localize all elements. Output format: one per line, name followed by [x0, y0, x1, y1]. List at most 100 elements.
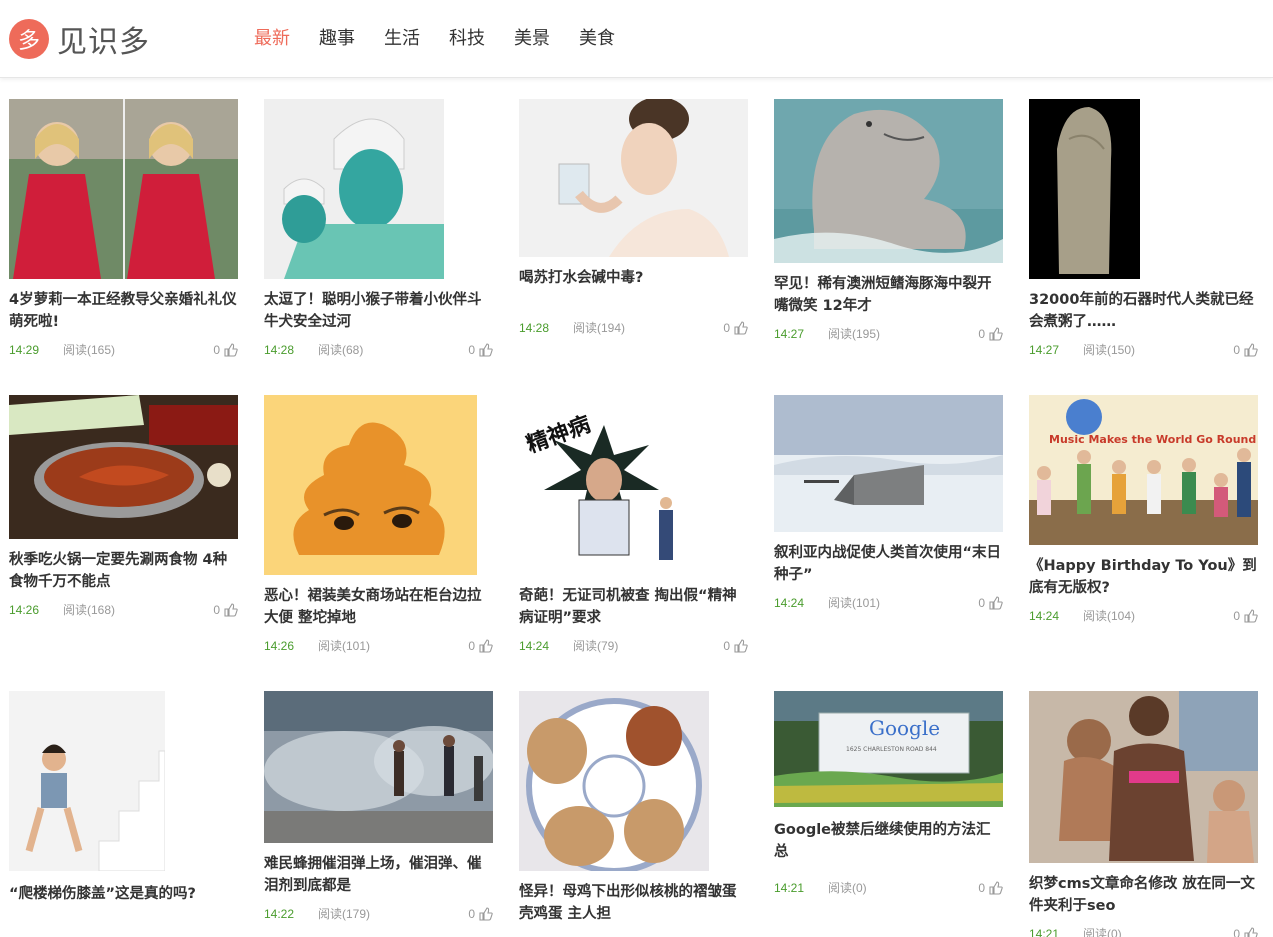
thumbs-up-icon [1244, 927, 1258, 937]
article-title[interactable]: 4岁萝莉一本正经教导父亲婚礼礼仪 萌死啦! [9, 289, 238, 333]
article-thumbnail[interactable]: 精神病 [519, 395, 748, 575]
article-time: 14:24 [1029, 609, 1060, 623]
article-read-count: 阅读(101) [318, 639, 371, 653]
like-button[interactable]: 0 [1233, 607, 1258, 625]
article-thumbnail[interactable] [774, 99, 1003, 263]
article-card: Music Makes the World Go Round 《Happy Bi… [1029, 395, 1258, 625]
thumbs-up-icon [734, 639, 748, 653]
google-address-text: 1625 CHARLESTON ROAD 844 [846, 746, 937, 753]
article-title[interactable]: 太逗了！聪明小猴子带着小伙伴斗牛犬安全过河 [264, 289, 493, 333]
like-button[interactable]: 0 [978, 879, 1003, 897]
article-meta: 14:24 阅读(79) 0 [519, 637, 748, 655]
like-button[interactable]: 0 [723, 319, 748, 337]
nav-tab-fun[interactable]: 趣事 [319, 28, 355, 50]
article-read-count: 阅读(68) [318, 343, 364, 357]
like-button[interactable]: 0 [468, 905, 493, 923]
nav-tab-life[interactable]: 生活 [384, 28, 420, 50]
like-button[interactable]: 0 [213, 601, 238, 619]
article-card: 4岁萝莉一本正经教导父亲婚礼礼仪 萌死啦! 14:29 阅读(165) 0 [9, 99, 238, 359]
article-time: 14:27 [1029, 343, 1060, 357]
article-time: 14:28 [264, 343, 295, 357]
article-card: 32000年前的石器时代人类就已经会煮粥了…… 14:27 阅读(150) 0 [1029, 99, 1258, 359]
like-button[interactable]: 0 [468, 341, 493, 359]
article-title[interactable]: 叙利亚内战促使人类首次使用“末日种子” [774, 542, 1003, 586]
article-read-count: 阅读(179) [318, 907, 371, 921]
like-button[interactable]: 0 [1233, 341, 1258, 359]
article-thumbnail[interactable] [519, 99, 748, 257]
nav-tab-latest[interactable]: 最新 [254, 28, 290, 50]
like-count: 0 [978, 327, 985, 341]
article-read-count: 阅读(195) [828, 327, 881, 341]
article-time: 14:27 [774, 327, 805, 341]
article-thumbnail[interactable] [519, 691, 748, 871]
article-title[interactable]: 怪异！母鸡下出形似核桃的褶皱蛋壳鸡蛋 主人担 [519, 881, 748, 925]
article-meta: 14:27 阅读(195) 0 [774, 325, 1003, 343]
article-thumbnail[interactable] [264, 691, 493, 843]
like-button[interactable]: 0 [723, 637, 748, 655]
like-button[interactable]: 0 [468, 637, 493, 655]
like-button[interactable]: 0 [1233, 925, 1258, 937]
article-card: 秋季吃火锅一定要先涮两食物 4种食物千万不能点 14:26 阅读(168) 0 [9, 395, 238, 619]
article-meta: 14:22 阅读(179) 0 [264, 905, 493, 923]
article-title[interactable]: 难民蜂拥催泪弹上场，催泪弹、催泪剂到底都是 [264, 853, 493, 897]
article-time: 14:24 [774, 596, 805, 610]
like-button[interactable]: 0 [213, 341, 238, 359]
article-thumbnail[interactable] [1029, 691, 1258, 863]
article-thumbnail[interactable] [774, 395, 1003, 532]
article-title[interactable]: 秋季吃火锅一定要先涮两食物 4种食物千万不能点 [9, 549, 238, 593]
logo-icon: 多 [9, 19, 49, 59]
article-title[interactable]: 罕见！稀有澳洲短鳍海豚海中裂开嘴微笑 12年才 [774, 273, 1003, 317]
article-card: 精神病 奇葩！无证司机被查 掏出假“精神病证明”要求 14:24 阅读(79) … [519, 395, 748, 655]
article-title[interactable]: Google被禁后继续使用的方法汇总 [774, 819, 1003, 863]
article-card: 罕见！稀有澳洲短鳍海豚海中裂开嘴微笑 12年才 14:27 阅读(195) 0 [774, 99, 1003, 343]
like-count: 0 [1233, 609, 1240, 623]
article-title[interactable]: 恶心！裙装美女商场站在柜台边拉大便 整坨掉地 [264, 585, 493, 629]
article-time: 14:28 [519, 321, 550, 335]
article-meta: 14:26 阅读(168) 0 [9, 601, 238, 619]
article-meta: 14:29 阅读(165) 0 [9, 341, 238, 359]
article-time: 14:26 [264, 639, 295, 653]
thumbs-up-icon [989, 596, 1003, 610]
thumbs-up-icon [989, 881, 1003, 895]
thumbs-up-icon [989, 327, 1003, 341]
article-thumbnail[interactable] [9, 395, 238, 539]
nav-tab-tech[interactable]: 科技 [449, 28, 485, 50]
article-thumbnail[interactable]: Google 1625 CHARLESTON ROAD 844 [774, 691, 1003, 807]
article-meta: 14:26 阅读(101) 0 [264, 637, 493, 655]
like-count: 0 [213, 343, 220, 357]
article-card: 太逗了！聪明小猴子带着小伙伴斗牛犬安全过河 14:28 阅读(68) 0 [264, 99, 493, 359]
article-title[interactable]: “爬楼梯伤膝盖”这是真的吗? [9, 883, 238, 905]
article-card: 怪异！母鸡下出形似核桃的褶皱蛋壳鸡蛋 主人担 [519, 691, 748, 925]
site-header: 多 见识多 最新 趣事 生活 科技 美景 美食 [0, 0, 1273, 78]
article-thumbnail[interactable] [9, 691, 238, 871]
article-thumbnail[interactable] [9, 99, 238, 279]
article-meta: 14:24 阅读(104) 0 [1029, 607, 1258, 625]
nav-tab-scenery[interactable]: 美景 [514, 28, 550, 50]
article-title[interactable]: 奇葩！无证司机被查 掏出假“精神病证明”要求 [519, 585, 748, 629]
article-title[interactable]: 喝苏打水会碱中毒? [519, 267, 748, 289]
article-read-count: 阅读(165) [63, 343, 116, 357]
article-thumbnail[interactable] [1029, 99, 1258, 279]
like-button[interactable]: 0 [978, 594, 1003, 612]
article-thumbnail[interactable]: Music Makes the World Go Round [1029, 395, 1258, 545]
like-button[interactable]: 0 [978, 325, 1003, 343]
article-title[interactable]: 织梦cms文章命名修改 放在同一文件夹利于seo [1029, 873, 1258, 917]
like-count: 0 [978, 881, 985, 895]
thumbs-up-icon [224, 603, 238, 617]
nav-tab-food[interactable]: 美食 [579, 28, 615, 50]
article-title[interactable]: 32000年前的石器时代人类就已经会煮粥了…… [1029, 289, 1258, 333]
thumbs-up-icon [479, 907, 493, 921]
article-read-count: 阅读(0) [828, 881, 867, 895]
article-title[interactable]: 《Happy Birthday To You》到底有无版权? [1029, 555, 1258, 599]
article-meta: 14:24 阅读(101) 0 [774, 594, 1003, 612]
site-logo[interactable]: 多 见识多 [9, 19, 150, 60]
article-thumbnail[interactable] [264, 99, 493, 279]
like-count: 0 [1233, 927, 1240, 937]
article-meta: 14:21 阅读(0) 0 [1029, 925, 1258, 937]
google-sign-text: Google [869, 716, 940, 740]
article-thumbnail[interactable] [264, 395, 493, 575]
article-read-count: 阅读(101) [828, 596, 881, 610]
article-read-count: 阅读(104) [1083, 609, 1136, 623]
article-card: “爬楼梯伤膝盖”这是真的吗? [9, 691, 238, 905]
article-read-count: 阅读(79) [573, 639, 619, 653]
